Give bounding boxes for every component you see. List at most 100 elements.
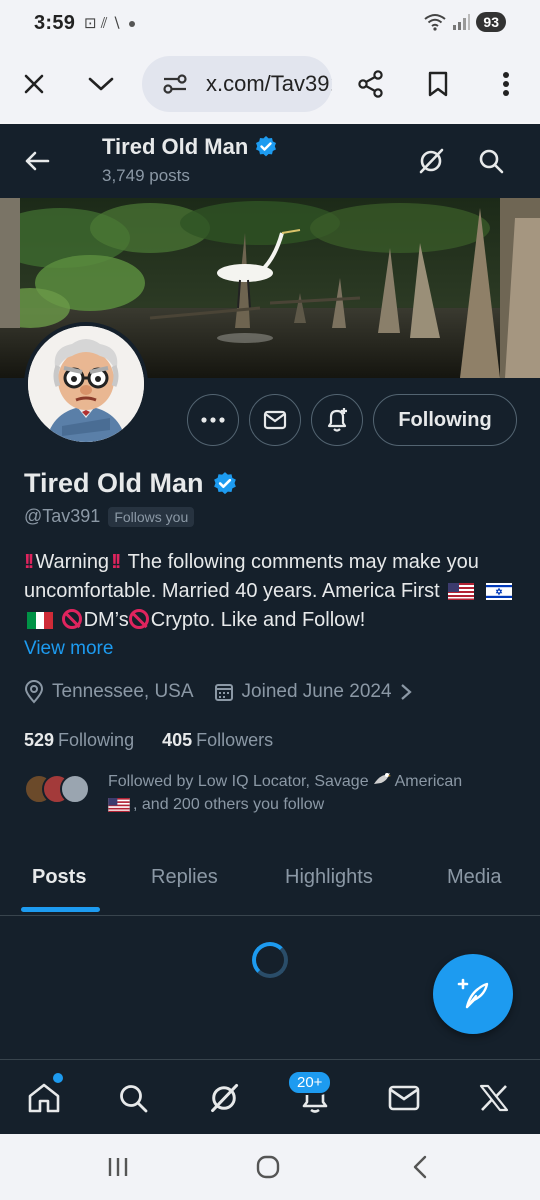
close-icon xyxy=(24,74,44,94)
followers-count: 405 xyxy=(162,730,193,750)
follows-you-badge: Follows you xyxy=(108,506,195,527)
recent-apps-icon xyxy=(108,1158,128,1176)
follow-counts: 529 Following 405 Followers xyxy=(24,730,301,751)
verified-badge-icon xyxy=(256,136,277,157)
header-title: Tired Old Man xyxy=(102,134,278,160)
url-bar[interactable]: x.com/Tav391 xyxy=(142,56,332,112)
home-circle-icon xyxy=(256,1155,280,1179)
prohibited-icon xyxy=(61,609,82,629)
joined-item[interactable]: Joined June 2024 xyxy=(214,681,412,703)
collapse-button[interactable] xyxy=(77,60,125,108)
nav-search[interactable] xyxy=(109,1074,157,1122)
header-name: Tired Old Man xyxy=(102,134,249,159)
grok-button[interactable] xyxy=(408,138,454,184)
envelope-icon xyxy=(388,1085,420,1111)
system-back-button[interactable] xyxy=(400,1152,440,1182)
following-count: 529 xyxy=(24,730,55,750)
more-options-button[interactable] xyxy=(187,394,239,446)
status-bar: 3:59 ⊡ ⫽ ∖ 93 xyxy=(0,0,540,48)
israel-flag-icon xyxy=(485,583,512,601)
browser-menu-button[interactable] xyxy=(482,60,530,108)
notification-icons: ⊡ ⫽ ∖ xyxy=(84,14,136,32)
tab-highlights[interactable]: Highlights xyxy=(285,866,373,889)
following-label: Following xyxy=(58,730,135,750)
share-button[interactable] xyxy=(347,60,395,108)
bottom-navigation: 20+ xyxy=(0,1059,540,1134)
view-more-link[interactable]: View more xyxy=(24,638,113,660)
x-logo-icon xyxy=(479,1084,509,1112)
profile-top-bar: Tired Old Man 3,749 posts xyxy=(0,124,540,198)
nav-x[interactable] xyxy=(470,1074,518,1122)
following-count-link[interactable]: 529 Following xyxy=(24,730,134,751)
recent-apps-button[interactable] xyxy=(98,1152,138,1182)
arrow-left-icon xyxy=(25,151,50,171)
signal-icon xyxy=(453,14,471,30)
us-flag-icon xyxy=(448,583,475,601)
back-button[interactable] xyxy=(14,138,60,184)
bio-part1: Warning xyxy=(35,551,110,573)
bio-part4: Crypto. Like and Follow! xyxy=(150,609,366,631)
close-tab-button[interactable] xyxy=(10,60,58,108)
double-exclamation-icon: !! xyxy=(111,551,121,573)
tab-media[interactable]: Media xyxy=(447,866,501,889)
location-pin-icon xyxy=(24,680,44,704)
more-vert-icon xyxy=(503,72,509,96)
chevron-down-icon xyxy=(88,77,114,91)
notification-icons-text: ⊡ ⫽ ∖ xyxy=(84,15,122,32)
notify-button[interactable] xyxy=(311,394,363,446)
following-button[interactable]: Following xyxy=(373,394,517,446)
location-item: Tennessee, USA xyxy=(24,680,194,704)
home-icon xyxy=(28,1083,60,1113)
joined-text: Joined June 2024 xyxy=(241,681,392,702)
profile-avatar[interactable] xyxy=(24,322,148,446)
eagle-icon xyxy=(374,773,392,784)
avatar-illustration xyxy=(28,326,144,442)
bookmark-button[interactable] xyxy=(414,60,462,108)
profile-bio: !! Warning!! The following comments may m… xyxy=(24,548,524,635)
x-profile-page: Tired Old Man 3,749 posts Following Tire… xyxy=(0,124,540,1134)
nav-messages[interactable] xyxy=(380,1074,428,1122)
message-button[interactable] xyxy=(249,394,301,446)
share-icon xyxy=(358,70,383,98)
wifi-icon xyxy=(424,14,447,31)
grok-icon xyxy=(211,1083,239,1113)
search-icon xyxy=(120,1085,148,1113)
home-unread-dot xyxy=(53,1073,63,1083)
profile-tabs: Posts Replies Highlights Media xyxy=(0,844,540,916)
bio-part3: DM’s xyxy=(83,609,129,631)
double-exclamation-icon: !! xyxy=(24,551,34,573)
profile-name-row: Tired Old Man xyxy=(24,468,238,499)
followers-count-link[interactable]: 405 Followers xyxy=(162,730,273,751)
loading-spinner xyxy=(252,942,288,978)
followers-label: Followers xyxy=(196,730,274,750)
tab-replies[interactable]: Replies xyxy=(151,866,218,889)
profile-meta: Tennessee, USA Joined June 2024 xyxy=(24,680,432,704)
tab-posts[interactable]: Posts xyxy=(32,866,86,889)
followed-by-text-3: , and 200 others you follow xyxy=(133,796,325,813)
search-button[interactable] xyxy=(468,138,514,184)
envelope-icon xyxy=(263,410,287,430)
search-icon xyxy=(479,149,504,174)
followed-by-avatars xyxy=(24,774,94,808)
handle-row: @Tav391 Follows you xyxy=(24,506,195,527)
url-text: x.com/Tav391 xyxy=(206,71,332,96)
battery-indicator: 93 xyxy=(476,12,506,32)
verified-badge-icon xyxy=(213,471,236,494)
followed-by-text: Followed by Low IQ Locator, Savage Ameri… xyxy=(108,770,524,816)
bell-plus-icon xyxy=(327,408,347,432)
bookmark-icon xyxy=(428,71,448,97)
handle: @Tav391 xyxy=(24,506,101,526)
display-name: Tired Old Man xyxy=(24,468,204,498)
status-time: 3:59 xyxy=(34,12,76,34)
browser-toolbar: x.com/Tav391 xyxy=(0,48,540,122)
more-horizontal-icon xyxy=(201,417,225,423)
nav-grok[interactable] xyxy=(200,1074,248,1122)
followed-by-text-2: American xyxy=(394,773,463,790)
compose-post-button[interactable] xyxy=(433,954,513,1034)
back-chevron-icon xyxy=(413,1155,427,1179)
active-tab-indicator xyxy=(21,907,100,912)
home-button[interactable] xyxy=(248,1152,288,1182)
android-navigation-bar xyxy=(0,1134,540,1200)
posts-count: 3,749 posts xyxy=(102,166,190,185)
prohibited-icon xyxy=(128,609,149,629)
